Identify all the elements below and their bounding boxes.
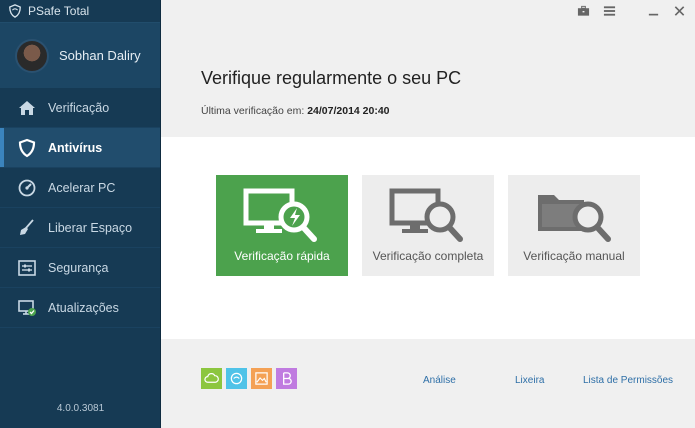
- user-name: Sobhan Daliry: [59, 48, 141, 63]
- page-header: Verifique regularmente o seu PC Última v…: [161, 22, 695, 137]
- app-shortcuts: [201, 368, 297, 389]
- sidebar-item-acelerar-pc[interactable]: Acelerar PC: [0, 168, 160, 208]
- cloud-icon: [204, 373, 219, 383]
- b-letter-icon: [283, 372, 292, 385]
- close-button[interactable]: [671, 4, 687, 18]
- footer: Análise Lixeira Lista de Permissões: [161, 339, 695, 428]
- sidebar-nav: Verificação Antivírus Acelerar PC Libera…: [0, 88, 160, 328]
- app-version: 4.0.0.3081: [56, 403, 105, 414]
- user-profile[interactable]: Sobhan Daliry: [0, 22, 160, 88]
- quick-scan-button[interactable]: Verificação rápida: [216, 175, 348, 276]
- scan-options: Verificação rápida Verificação completa …: [161, 137, 695, 339]
- sidebar-item-antivirus[interactable]: Antivírus: [0, 128, 160, 168]
- tile-label: Verificação rápida: [234, 249, 330, 263]
- menu-button[interactable]: [601, 4, 617, 18]
- settings-panel-icon: [16, 257, 38, 279]
- briefcase-icon: [577, 5, 589, 16]
- sync-app-button[interactable]: [226, 368, 247, 389]
- shield-icon: [16, 137, 38, 159]
- sidebar-item-label: Acelerar PC: [48, 180, 116, 195]
- manual-scan-button[interactable]: Verificação manual: [508, 175, 640, 276]
- tile-label: Verificação completa: [372, 249, 484, 263]
- image-icon: [255, 372, 268, 385]
- sidebar: PSafe Total Sobhan Daliry Verificação An…: [0, 0, 161, 428]
- cloud-app-button[interactable]: [201, 368, 222, 389]
- minimize-button[interactable]: [645, 4, 661, 18]
- window-controls: [161, 0, 695, 22]
- avatar[interactable]: [15, 38, 49, 73]
- trash-link[interactable]: Lixeira: [515, 375, 544, 386]
- last-scan-value: 24/07/2014 20:40: [307, 105, 390, 117]
- home-icon: [16, 97, 38, 119]
- tile-label: Verificação manual: [523, 249, 625, 263]
- sidebar-item-verificacao[interactable]: Verificação: [0, 88, 160, 128]
- broom-icon: [16, 217, 38, 239]
- psafe-logo-icon: [9, 4, 21, 18]
- minimize-icon: [648, 13, 658, 16]
- last-scan-info: Última verificação em: 24/07/2014 20:40: [201, 105, 695, 117]
- monitor-lightning-magnifier-icon: [243, 188, 317, 242]
- main-panel: Verifique regularmente o seu PC Última v…: [161, 0, 695, 428]
- sidebar-item-label: Liberar Espaço: [48, 220, 133, 235]
- sidebar-item-atualizacoes[interactable]: Atualizações: [0, 288, 160, 328]
- folder-magnifier-icon: [538, 195, 611, 242]
- sidebar-item-label: Antivírus: [48, 140, 103, 155]
- app-title: PSafe Total: [28, 4, 90, 18]
- sidebar-item-label: Verificação: [48, 100, 110, 115]
- sidebar-item-seguranca[interactable]: Segurança: [0, 248, 160, 288]
- permissions-list-link[interactable]: Lista de Permissões: [583, 375, 673, 386]
- monitor-check-icon: [16, 297, 38, 319]
- speedometer-icon: [16, 177, 38, 199]
- app-titlebar: PSafe Total: [0, 0, 160, 22]
- monitor-magnifier-icon: [389, 188, 463, 242]
- circle-arrows-icon: [230, 372, 243, 385]
- hamburger-menu-icon: [603, 6, 615, 16]
- sidebar-item-liberar-espaco[interactable]: Liberar Espaço: [0, 208, 160, 248]
- page-title: Verifique regularmente o seu PC: [201, 68, 462, 88]
- full-scan-button[interactable]: Verificação completa: [362, 175, 494, 276]
- analysis-link[interactable]: Análise: [423, 375, 456, 386]
- sidebar-item-label: Segurança: [48, 260, 109, 275]
- sidebar-item-label: Atualizações: [48, 300, 119, 315]
- close-icon: [674, 6, 684, 16]
- last-scan-label: Última verificação em:: [201, 105, 305, 117]
- gallery-app-button[interactable]: [251, 368, 272, 389]
- browser-app-button[interactable]: [276, 368, 297, 389]
- toolbox-button[interactable]: [575, 4, 591, 18]
